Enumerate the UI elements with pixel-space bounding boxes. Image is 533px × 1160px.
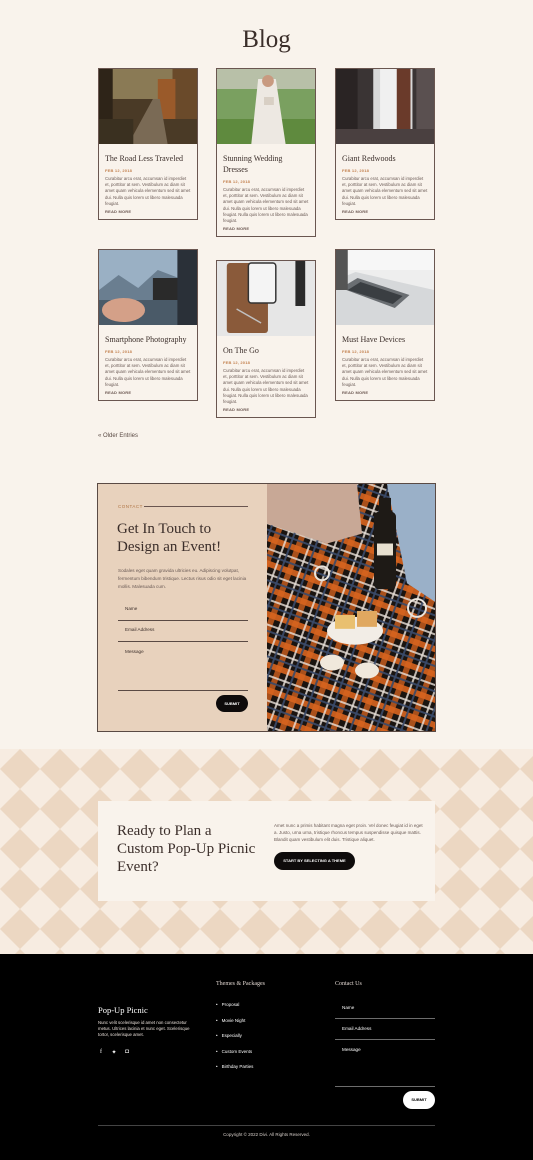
post-thumbnail[interactable] — [336, 250, 434, 325]
blog-card[interactable]: Smartphone Photography FEB 12, 2018 Cura… — [98, 249, 198, 402]
post-date: FEB 12, 2018 — [105, 168, 133, 173]
post-date: FEB 12, 2018 — [342, 349, 370, 354]
theme-link[interactable]: Especially — [216, 1033, 253, 1049]
post-excerpt: Curabitur arcu erat, accumsan id imperdi… — [342, 357, 428, 387]
read-more-link[interactable]: READ MORE — [342, 209, 428, 214]
eyebrow-divider — [144, 506, 248, 507]
blog-card[interactable]: On The Go FEB 12, 2018 Curabitur arcu er… — [216, 260, 316, 419]
read-more-link[interactable]: READ MORE — [105, 209, 191, 214]
blog-card[interactable]: Must Have Devices FEB 12, 2018 Curabitur… — [335, 249, 435, 402]
theme-link[interactable]: Custom Events — [216, 1049, 253, 1065]
post-title[interactable]: Must Have Devices — [342, 334, 428, 345]
plan-heading: Ready to Plan a Custom Pop-Up Picnic Eve… — [117, 823, 256, 875]
themes-title: Themes & Packages — [216, 981, 265, 987]
email-placeholder: Email Address — [125, 627, 155, 632]
twitter-icon[interactable]: ✦ — [111, 1049, 117, 1056]
post-excerpt: Curabitur arcu erat, accumsan id imperdi… — [105, 357, 191, 387]
select-theme-button[interactable]: START BY SELECTING A THEME — [274, 852, 355, 870]
older-entries-link[interactable]: « Older Entries — [98, 433, 138, 439]
copyright: Copyright © 2022 Divi. All Rights Reserv… — [223, 1132, 310, 1137]
message-placeholder: Message — [125, 649, 144, 654]
name-field[interactable]: Name — [118, 606, 248, 621]
submit-button[interactable]: SUBMIT — [216, 695, 248, 712]
post-excerpt: Curabitur arcu erat, accumsan id imperdi… — [223, 187, 309, 224]
footer-email-placeholder: Email Address — [342, 1026, 372, 1031]
contact-text: Sodales eget quam gravida ultricies eu. … — [118, 568, 247, 589]
post-date: FEB 12, 2018 — [223, 360, 251, 365]
post-thumbnail[interactable] — [217, 261, 315, 336]
theme-link[interactable]: Movie Night — [216, 1018, 253, 1034]
post-date: FEB 12, 2018 — [342, 168, 370, 173]
read-more-link[interactable]: READ MORE — [342, 390, 428, 395]
name-placeholder: Name — [125, 606, 138, 611]
blog-card[interactable]: The Road Less Traveled FEB 12, 2018 Cura… — [98, 68, 198, 221]
footer-divider — [98, 1125, 435, 1126]
plan-text: Amet nunc a primis habitant magna eget p… — [274, 823, 423, 842]
post-thumbnail[interactable] — [336, 69, 434, 144]
post-title[interactable]: The Road Less Traveled — [105, 153, 191, 164]
post-excerpt: Curabitur arcu erat, accumsan id imperdi… — [223, 368, 309, 405]
page-title: Blog — [242, 26, 291, 53]
blog-card[interactable]: Giant Redwoods FEB 12, 2018 Curabitur ar… — [335, 68, 435, 221]
footer-message-placeholder: Message — [342, 1047, 361, 1052]
footer-message-field[interactable]: Message — [335, 1047, 435, 1087]
post-date: FEB 12, 2018 — [223, 179, 251, 184]
theme-link[interactable]: Proposal — [216, 1002, 253, 1018]
contact-eyebrow: CONTACT — [118, 504, 143, 509]
blog-card[interactable]: Stunning Wedding Dresses FEB 12, 2018 Cu… — [216, 68, 316, 238]
footer-description: Nunc velit scelerisque id amet non conse… — [98, 1020, 190, 1037]
facebook-icon[interactable]: f — [98, 1049, 104, 1056]
message-field[interactable]: Message — [118, 649, 248, 691]
contact-heading: Get In Touch to Design an Event! — [117, 521, 222, 555]
plan-cta-box: Ready to Plan a Custom Pop-Up Picnic Eve… — [98, 801, 435, 901]
instagram-icon[interactable]: ◘ — [124, 1049, 130, 1056]
footer-name-placeholder: Name — [342, 1005, 355, 1010]
contact-us-title: Contact Us — [335, 981, 362, 987]
theme-link[interactable]: Birthday Parties — [216, 1064, 254, 1080]
read-more-link[interactable]: READ MORE — [223, 407, 309, 412]
footer: Pop-Up Picnic Nunc velit scelerisque id … — [0, 954, 533, 1160]
post-title[interactable]: On The Go — [223, 345, 309, 356]
themes-list: Proposal Movie Night Especially Custom E… — [216, 1002, 254, 1080]
post-thumbnail[interactable] — [217, 69, 315, 144]
post-date: FEB 12, 2018 — [105, 349, 133, 354]
email-field[interactable]: Email Address — [118, 627, 248, 642]
contact-panel: CONTACT Get In Touch to Design an Event!… — [98, 484, 267, 731]
footer-brand: Pop-Up Picnic — [98, 1005, 148, 1015]
post-excerpt: Curabitur arcu erat, accumsan id imperdi… — [342, 176, 428, 206]
footer-submit-button[interactable]: SUBMIT — [403, 1091, 435, 1109]
post-title[interactable]: Giant Redwoods — [342, 153, 428, 164]
footer-email-field[interactable]: Email Address — [335, 1026, 435, 1040]
post-thumbnail[interactable] — [99, 69, 197, 144]
post-thumbnail[interactable] — [99, 250, 197, 325]
picnic-photo — [267, 484, 435, 731]
footer-name-field[interactable]: Name — [335, 1005, 435, 1019]
post-title[interactable]: Smartphone Photography — [105, 334, 191, 345]
contact-section: CONTACT Get In Touch to Design an Event!… — [97, 483, 436, 732]
post-excerpt: Curabitur arcu erat, accumsan id imperdi… — [105, 176, 191, 206]
social-links: f ✦ ◘ — [98, 1049, 130, 1056]
read-more-link[interactable]: READ MORE — [105, 390, 191, 395]
read-more-link[interactable]: READ MORE — [223, 226, 309, 231]
post-title[interactable]: Stunning Wedding Dresses — [223, 153, 309, 175]
